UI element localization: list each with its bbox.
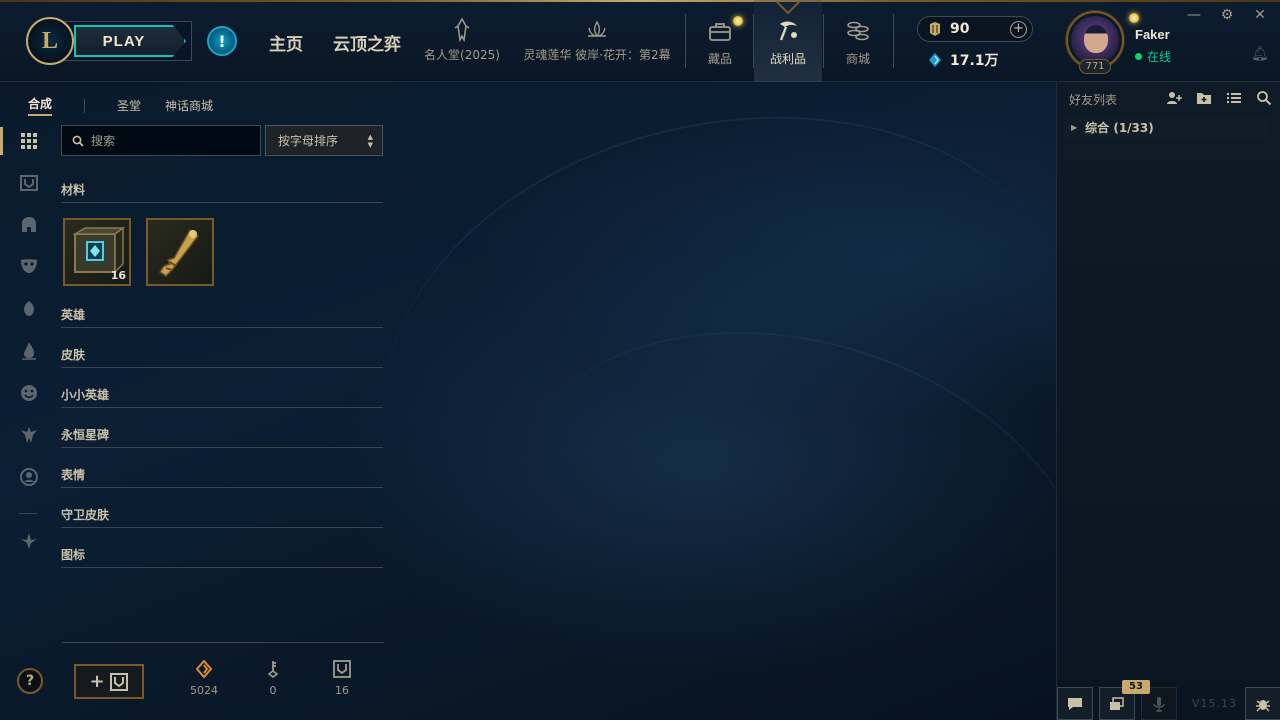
- section-little-legends[interactable]: 小小英雄: [61, 386, 383, 408]
- chat-bubble-icon: [1068, 697, 1082, 710]
- nav-spirit-blossom-event[interactable]: 灵魂莲华 彼岸·花开：第2幕: [522, 18, 672, 63]
- rp-coin-icon: [930, 22, 940, 36]
- hextech-chest-tile[interactable]: 16: [63, 218, 131, 286]
- briefcase-icon: [709, 23, 731, 41]
- add-friend-icon[interactable]: [1165, 90, 1183, 106]
- bell-icon[interactable]: 🔔︎: [1251, 46, 1269, 62]
- caret-right-icon: ▶: [1071, 122, 1078, 132]
- settings-gear-icon[interactable]: ⚙: [1218, 7, 1236, 23]
- summoner-icon-filter-icon[interactable]: [17, 465, 41, 489]
- avatar-portrait: [1084, 25, 1108, 53]
- disenchant-icon[interactable]: [17, 529, 41, 553]
- minimize-icon[interactable]: —: [1185, 7, 1203, 23]
- be-balance: 17.1万: [928, 50, 999, 70]
- alert-icon[interactable]: !: [207, 26, 237, 56]
- top-nav-bar: L PLAY ! 主页 云顶之弈 名人堂(2025) 灵魂莲华 彼岸·花开：第2…: [0, 0, 1280, 82]
- collection-notification-dot: [733, 16, 743, 26]
- section-skins[interactable]: 皮肤: [61, 346, 383, 368]
- eternals-flame-icon[interactable]: [17, 340, 41, 364]
- rp-balance: 90: [928, 21, 969, 37]
- friend-group-general[interactable]: ▶ 综合 (1/33): [1063, 116, 1269, 138]
- subtab-divider: [84, 98, 86, 113]
- play-button[interactable]: PLAY: [74, 25, 186, 57]
- close-icon[interactable]: ✕: [1251, 7, 1269, 23]
- tab-sanctum[interactable]: 圣堂: [117, 97, 141, 114]
- nav-divider: [685, 14, 686, 68]
- social-toolbar: [1056, 686, 1280, 720]
- inbox-icon: [1110, 696, 1124, 710]
- sort-arrows-icon: ▲ ▼: [367, 133, 373, 149]
- orange-essence-icon: [195, 660, 213, 678]
- section-ward-skins[interactable]: 守卫皮肤: [61, 506, 383, 528]
- section-icons[interactable]: 图标: [61, 546, 383, 568]
- skin-mask-icon[interactable]: [17, 254, 41, 278]
- little-legend-icon[interactable]: [17, 297, 41, 321]
- level-badge: 771: [1079, 59, 1111, 74]
- microphone-icon: [1153, 696, 1165, 712]
- client-version: V15.13: [1192, 697, 1238, 710]
- sort-dropdown[interactable]: 按字母排序 ▲ ▼: [265, 125, 383, 156]
- list-view-icon[interactable]: [1225, 90, 1243, 106]
- online-dot-icon: [1135, 53, 1142, 60]
- chest-counter: 16: [322, 660, 362, 697]
- nav-divider: [893, 14, 894, 68]
- section-eternals[interactable]: 永恒星碑: [61, 426, 383, 448]
- nav-hall-of-fame[interactable]: 名人堂(2025): [424, 17, 500, 63]
- league-logo-icon[interactable]: L: [26, 17, 74, 65]
- search-field[interactable]: [61, 125, 261, 156]
- chat-button[interactable]: [1057, 687, 1093, 720]
- blue-essence-icon: [929, 53, 941, 67]
- orange-essence-counter: 5024: [184, 660, 224, 697]
- friend-search-icon[interactable]: [1255, 90, 1273, 106]
- nav-store[interactable]: 商城: [828, 0, 888, 82]
- friends-title: 好友列表: [1069, 93, 1118, 107]
- key-icon: [158, 228, 200, 277]
- emote-smile-icon[interactable]: [17, 381, 41, 405]
- chest-count-icon: [333, 660, 351, 678]
- section-emotes[interactable]: 表情: [61, 466, 383, 488]
- pickaxe-icon: [779, 21, 797, 41]
- nav-tft[interactable]: 云顶之弈: [333, 30, 401, 55]
- sidebar-divider: [19, 513, 37, 514]
- chest-filter-icon[interactable]: [17, 171, 41, 195]
- footer-divider: [62, 642, 384, 643]
- bug-icon: [1256, 699, 1270, 711]
- hextech-key-tile[interactable]: [146, 218, 214, 286]
- buy-rp-button[interactable]: +: [1010, 21, 1027, 38]
- friends-panel: 好友列表 ▶ 综合 (1/33): [1056, 82, 1280, 720]
- profile-notification-dot: [1129, 13, 1139, 23]
- search-input[interactable]: [91, 133, 241, 148]
- tab-crafting[interactable]: 合成: [28, 95, 53, 116]
- section-champions[interactable]: 英雄: [61, 306, 383, 328]
- chest-icon: [109, 672, 128, 691]
- plus-icon: +: [89, 671, 105, 692]
- search-icon: [72, 135, 84, 147]
- lotus-icon: [585, 18, 609, 42]
- add-folder-icon[interactable]: [1195, 90, 1213, 106]
- key-fragment-icon: [267, 661, 279, 678]
- help-icon[interactable]: ?: [17, 668, 43, 694]
- username: Faker: [1135, 27, 1170, 42]
- ward-skin-icon[interactable]: [17, 423, 41, 447]
- bug-report-button[interactable]: [1245, 687, 1280, 720]
- active-tab-chevron-icon: [774, 0, 802, 15]
- hall-of-fame-icon: [452, 17, 472, 43]
- sidebar-active-indicator: [0, 127, 3, 155]
- section-materials: 材料: [61, 181, 383, 203]
- coins-stack-icon: [847, 21, 869, 41]
- nav-collection[interactable]: 藏品: [690, 0, 750, 82]
- champion-helmet-icon[interactable]: [17, 213, 41, 237]
- grid-all-icon[interactable]: [17, 129, 41, 153]
- nav-home[interactable]: 主页: [269, 30, 303, 55]
- nav-divider: [823, 14, 824, 68]
- notification-count-badge: 53: [1122, 680, 1150, 694]
- tab-mythic-shop[interactable]: 神话商城: [165, 97, 213, 114]
- key-fragment-counter: 0: [253, 660, 293, 697]
- craft-chest-button[interactable]: +: [74, 664, 144, 699]
- loot-subtabs: 合成 圣堂 神话商城: [28, 95, 213, 116]
- status-online[interactable]: 在线: [1135, 48, 1171, 65]
